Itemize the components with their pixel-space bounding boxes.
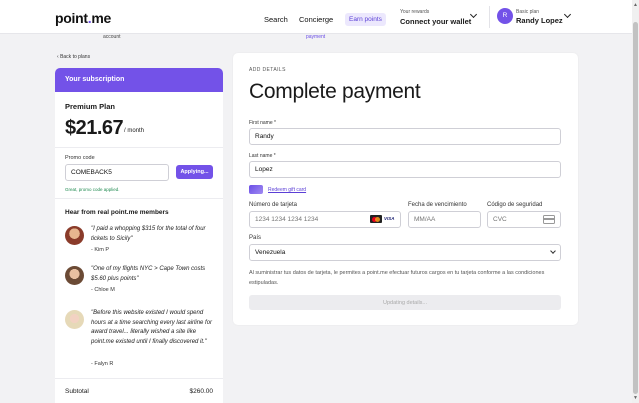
user-name[interactable]: Randy Lopez: [516, 16, 563, 25]
header-divider: [489, 6, 490, 28]
subtotal-value: $260.00: [189, 388, 214, 395]
nav-earn-points[interactable]: Earn points: [345, 13, 386, 26]
step-payment: payment: [306, 34, 326, 40]
card-number-label: Número de tarjeta: [249, 202, 298, 208]
cvc-label: Código de seguridad: [487, 202, 543, 208]
last-name-field[interactable]: [249, 161, 561, 178]
avatar[interactable]: R: [497, 8, 513, 24]
testimonial-name: - Kim P: [91, 247, 110, 253]
promo-code-label: Promo code: [65, 155, 95, 161]
plan-period: / month: [124, 128, 145, 134]
user-plan: Basic plan: [516, 9, 540, 15]
plan-price: $21.67: [65, 117, 124, 139]
nav-concierge[interactable]: Concierge: [299, 15, 333, 24]
last-name-label: Last name *: [249, 153, 276, 159]
promo-code-input[interactable]: [65, 164, 169, 181]
first-name-label: First name *: [249, 120, 276, 126]
logo[interactable]: point.me: [55, 10, 111, 26]
promo-success-message: Great, promo code applied.: [65, 187, 120, 192]
testimonial-avatar: [65, 226, 84, 245]
testimonial-name: - Chloe M: [91, 287, 115, 293]
subtotal-label: Subtotal: [65, 388, 89, 395]
scroll-down-icon[interactable]: ▼: [633, 395, 638, 401]
expiry-field[interactable]: [408, 211, 481, 228]
divider: [55, 198, 223, 199]
back-to-plans-link[interactable]: ‹ Back to plans: [57, 54, 90, 60]
nav-search[interactable]: Search: [264, 15, 288, 24]
gift-card-icon: [249, 185, 263, 194]
divider: [55, 147, 223, 148]
payment-card: ADD DETAILS Complete payment First name …: [233, 53, 578, 325]
apply-promo-button[interactable]: Applying...: [176, 165, 213, 179]
step-account: account: [103, 34, 121, 40]
testimonial-quote: "Before this website existed I would spe…: [91, 310, 213, 345]
rewards-value: Connect your wallet: [400, 17, 472, 26]
testimonial-avatar: [65, 266, 84, 285]
first-name-field[interactable]: [249, 128, 561, 145]
card-cvc-icon: [543, 215, 555, 224]
redeem-gift-card-link[interactable]: Redeem gift card: [268, 187, 306, 193]
testimonial-avatar: [65, 310, 84, 329]
rewards-label: Your rewards: [400, 9, 430, 15]
visa-icon: VISA: [384, 216, 395, 221]
subscription-header: Your subscription: [55, 68, 223, 92]
card-disclaimer: Al suministrar tus datos de tarjeta, le …: [249, 270, 545, 286]
divider: [55, 378, 223, 379]
testimonial-quote: "I paid a whopping $315 for the total of…: [91, 226, 206, 242]
scroll-up-icon[interactable]: ▲: [633, 2, 638, 8]
scrollbar-thumb[interactable]: [633, 22, 638, 394]
testimonial-name: - Falyn R: [91, 361, 114, 367]
country-select[interactable]: Venezuela: [249, 244, 561, 261]
rewards-menu[interactable]: Your rewards Connect your wallet: [400, 9, 471, 26]
testimonials-heading: Hear from real point.me members: [65, 209, 169, 216]
mastercard-icon: [370, 215, 382, 223]
testimonial-quote: "One of my flights NYC > Cape Town costs…: [91, 266, 206, 282]
subscription-card: Your subscription Premium Plan $21.67 / …: [55, 68, 223, 403]
top-header: point.me Search Concierge Earn points Yo…: [0, 0, 632, 34]
page-title: Complete payment: [249, 80, 421, 103]
plan-name: Premium Plan: [65, 102, 116, 111]
expiry-label: Fecha de vencimiento: [408, 202, 467, 208]
submit-payment-button[interactable]: Updating details...: [249, 295, 561, 310]
chevron-down-icon[interactable]: [563, 10, 572, 19]
country-label: País: [249, 235, 262, 241]
section-label: ADD DETAILS: [249, 67, 286, 73]
